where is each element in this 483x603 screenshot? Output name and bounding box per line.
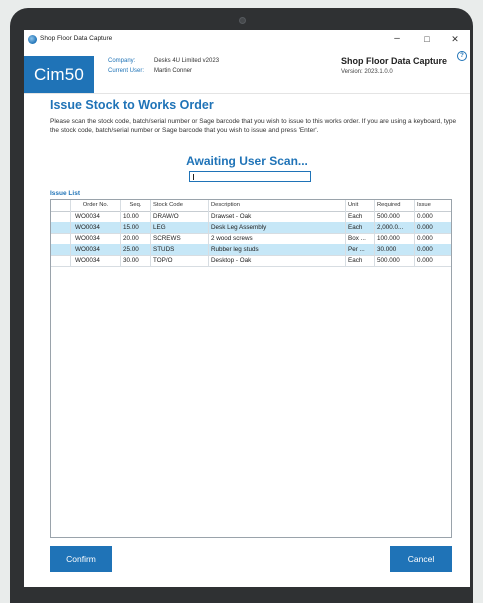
company-label: Company: [108, 58, 136, 64]
cell-issue[interactable]: 0.000 [415, 222, 451, 233]
scan-status: Awaiting User Scan... [186, 154, 308, 168]
cell-unit: Per ... [346, 244, 375, 255]
cell-seq: 30.00 [121, 255, 151, 266]
cell-stock-code: STUDS [151, 244, 209, 255]
issue-list-label: Issue List [50, 190, 80, 197]
app-window: Shop Floor Data Capture – □ ✕ ? Cim50 Co… [24, 30, 470, 587]
cell-stock-code: LEG [151, 222, 209, 233]
column-header-issue[interactable]: Issue [415, 200, 451, 211]
column-header-seq[interactable]: Seq. [121, 200, 151, 211]
cell-stock-code: SCREWS [151, 233, 209, 244]
row-selector[interactable] [51, 233, 71, 244]
cell-seq: 25.00 [121, 244, 151, 255]
cell-description: Drawset - Oak [209, 211, 346, 222]
column-header-stock-code[interactable]: Stock Code [151, 200, 209, 211]
camera-icon [239, 17, 246, 24]
column-header-description[interactable]: Description [209, 200, 346, 211]
scan-input[interactable] [189, 171, 311, 182]
cell-issue[interactable]: 0.000 [415, 244, 451, 255]
cancel-button[interactable]: Cancel [390, 546, 452, 572]
cell-required: 500.000 [375, 255, 415, 266]
cim50-logo: Cim50 [24, 56, 94, 93]
column-header-unit[interactable]: Unit [346, 200, 375, 211]
cell-required: 100.000 [375, 233, 415, 244]
cell-seq: 15.00 [121, 222, 151, 233]
row-selector[interactable] [51, 222, 71, 233]
text-caret [193, 174, 194, 180]
app-title: Shop Floor Data Capture [341, 56, 448, 66]
app-icon [28, 35, 37, 44]
help-icon[interactable]: ? [457, 51, 467, 61]
cell-stock-code: TOP/O [151, 255, 209, 266]
cell-required: 2,000.0... [375, 222, 415, 233]
cell-order-no: WO0034 [71, 244, 121, 255]
cell-order-no: WO0034 [71, 255, 121, 266]
column-header-order-no[interactable]: Order No. [71, 200, 121, 211]
minimize-button[interactable]: – [390, 32, 404, 46]
cell-issue[interactable]: 0.000 [415, 211, 451, 222]
app-version: Version: 2023.1.0.0 [341, 69, 393, 75]
cell-required: 500.000 [375, 211, 415, 222]
cell-seq: 20.00 [121, 233, 151, 244]
title-bar: Shop Floor Data Capture – □ ✕ [24, 30, 470, 50]
window-title: Shop Floor Data Capture [40, 35, 113, 42]
header-divider [24, 93, 470, 94]
cell-unit: Each [346, 222, 375, 233]
column-header-required[interactable]: Required [375, 200, 415, 211]
current-user-label: Current User: [108, 68, 145, 74]
cell-order-no: WO0034 [71, 222, 121, 233]
cell-issue[interactable]: 0.000 [415, 255, 451, 266]
issue-list-grid[interactable]: Order No. Seq. Stock Code Description Un… [50, 199, 452, 538]
table-row[interactable]: WO0034 30.00 TOP/O Desktop - Oak Each 50… [51, 255, 451, 267]
cell-unit: Each [346, 211, 375, 222]
confirm-button[interactable]: Confirm [50, 546, 112, 572]
current-user-value: Martin Conner [154, 68, 193, 74]
cell-unit: Each [346, 255, 375, 266]
row-selector[interactable] [51, 211, 71, 222]
maximize-button[interactable]: □ [420, 32, 434, 46]
close-button[interactable]: ✕ [448, 32, 462, 46]
cell-order-no: WO0034 [71, 211, 121, 222]
cell-stock-code: DRAW/O [151, 211, 209, 222]
cell-required: 30.000 [375, 244, 415, 255]
column-header-selector [51, 200, 71, 211]
page-title: Issue Stock to Works Order [50, 98, 214, 112]
cell-description: Desktop - Oak [209, 255, 346, 266]
cell-order-no: WO0034 [71, 233, 121, 244]
cell-seq: 10.00 [121, 211, 151, 222]
cell-description: Rubber leg studs [209, 244, 346, 255]
cell-unit: Box ... [346, 233, 375, 244]
row-selector[interactable] [51, 255, 71, 266]
cell-issue[interactable]: 0.000 [415, 233, 451, 244]
row-selector[interactable] [51, 244, 71, 255]
cell-description: Desk Leg Assembly [209, 222, 346, 233]
cell-description: 2 wood screws [209, 233, 346, 244]
company-value: Desks 4U Limited v2023 [154, 58, 220, 64]
instructions-text: Please scan the stock code, batch/serial… [50, 118, 457, 134]
